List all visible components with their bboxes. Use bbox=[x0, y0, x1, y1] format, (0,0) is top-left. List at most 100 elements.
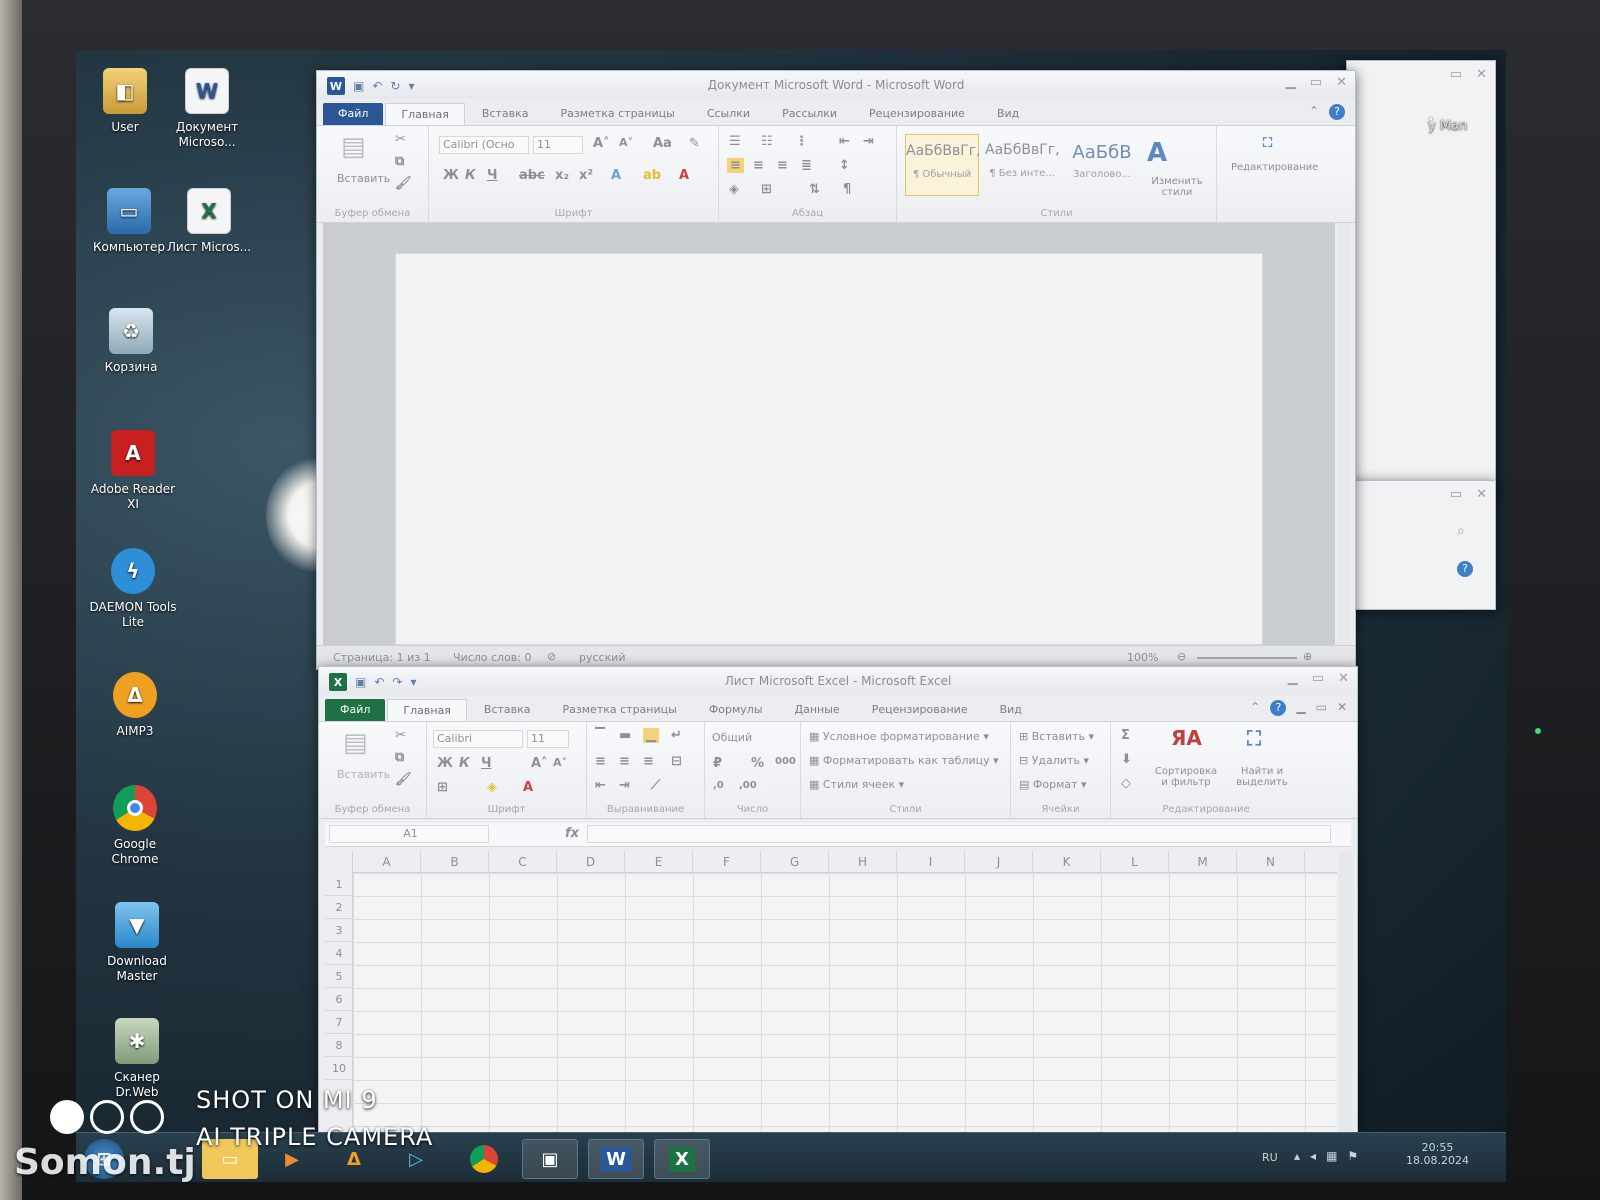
row-header[interactable]: 10 bbox=[325, 1057, 353, 1080]
excel-decrease-indent-icon[interactable]: ⇤ bbox=[595, 778, 606, 793]
column-header[interactable]: N bbox=[1237, 851, 1305, 873]
column-header[interactable]: M bbox=[1169, 851, 1237, 873]
excel-align-center-icon[interactable]: ≡ bbox=[619, 754, 630, 769]
clock[interactable]: 20:55 18.08.2024 bbox=[1406, 1141, 1469, 1167]
column-header[interactable]: L bbox=[1101, 851, 1169, 873]
computer-taskbar-icon[interactable]: ▣ bbox=[522, 1139, 578, 1179]
insert-cells-button[interactable]: ⊞ Вставить ▾ bbox=[1019, 730, 1094, 743]
merge-icon[interactable]: ⊟ bbox=[671, 754, 682, 769]
shrink-font-icon[interactable]: A˅ bbox=[619, 136, 633, 149]
excel-font-name-box[interactable]: Calibri bbox=[433, 730, 523, 748]
excel-increase-indent-icon[interactable]: ⇥ bbox=[619, 778, 630, 793]
orientation-icon[interactable]: ⟋ bbox=[651, 778, 660, 793]
excel-window[interactable]: X ▣ ↶ ↷ ▾ Лист Microsoft Excel - Microso… bbox=[318, 666, 1358, 1136]
excel-tab-home[interactable]: Главная bbox=[387, 699, 467, 721]
network-icon[interactable]: ▦ bbox=[1326, 1149, 1347, 1163]
desktop-icon-aimp[interactable]: Δ AIMP3 bbox=[90, 672, 180, 739]
excel-close-button[interactable]: ✕ bbox=[1338, 671, 1349, 686]
excel-help-icon[interactable]: ? bbox=[1270, 700, 1287, 716]
excel-align-right-icon[interactable]: ≡ bbox=[643, 754, 654, 769]
excel-tab-data[interactable]: Данные bbox=[780, 699, 855, 721]
background-window-2[interactable]: ▭ ✕ ⌕ ? bbox=[1346, 480, 1496, 610]
subscript-icon[interactable]: x₂ bbox=[555, 168, 569, 183]
help-icon-2[interactable]: ? bbox=[1457, 561, 1473, 577]
function-icon[interactable]: fx bbox=[565, 826, 579, 841]
excel-shrink-font-icon[interactable]: A˅ bbox=[553, 756, 567, 769]
grow-font-icon[interactable]: A˄ bbox=[593, 136, 610, 151]
format-painter-icon[interactable]: 🖌 bbox=[395, 176, 412, 191]
zoom-level[interactable]: 100% bbox=[1127, 651, 1158, 664]
desktop-icon-excel-sheet[interactable]: X Лист Micros... bbox=[164, 188, 254, 255]
bullets-icon[interactable]: ☰ bbox=[729, 134, 741, 149]
format-cells-button[interactable]: ▤ Формат ▾ bbox=[1019, 778, 1087, 791]
align-left-icon[interactable]: ≡ bbox=[727, 158, 744, 173]
volume-icon[interactable]: ◂ bbox=[1310, 1149, 1326, 1163]
style-normal[interactable]: АаБбВвГг, ¶ Обычный bbox=[905, 134, 981, 196]
chrome-taskbar-icon[interactable] bbox=[456, 1139, 512, 1179]
column-header[interactable]: B bbox=[421, 851, 489, 873]
desktop-icon-download-master[interactable]: ▼ Download Master bbox=[92, 902, 182, 984]
background-window[interactable]: ▭ ✕ ⌕ bbox=[1346, 60, 1496, 500]
tab-page-layout[interactable]: Разметка страницы bbox=[546, 103, 690, 125]
percent-icon[interactable]: % bbox=[751, 756, 764, 771]
column-header[interactable]: F bbox=[693, 851, 761, 873]
row-header[interactable]: 5 bbox=[325, 965, 353, 988]
column-header[interactable]: I bbox=[897, 851, 965, 873]
excel-cut-icon[interactable]: ✂ bbox=[395, 728, 406, 743]
italic-icon[interactable]: К bbox=[465, 168, 476, 183]
font-color-icon[interactable]: A bbox=[679, 168, 689, 183]
excel-doc-close-icon[interactable]: ✕ bbox=[1337, 700, 1347, 716]
excel-bold-icon[interactable]: Ж bbox=[437, 756, 453, 771]
excel-tab-insert[interactable]: Вставка bbox=[469, 699, 546, 721]
cut-icon[interactable]: ✂ bbox=[395, 132, 406, 147]
style-heading[interactable]: АаБбВ Заголово... bbox=[1065, 134, 1139, 196]
tab-references[interactable]: Ссылки bbox=[692, 103, 765, 125]
wrap-text-icon[interactable]: ↵ bbox=[671, 728, 682, 743]
help-icon[interactable]: ? bbox=[1329, 104, 1345, 120]
row-header[interactable]: 2 bbox=[325, 896, 353, 919]
maximize-button[interactable]: ▭ bbox=[1310, 75, 1322, 90]
excel-tab-file[interactable]: Файл bbox=[325, 699, 386, 721]
underline-icon[interactable]: Ч bbox=[487, 168, 498, 183]
excel-tab-review[interactable]: Рецензирование bbox=[857, 699, 983, 721]
multilevel-icon[interactable]: ⋮ bbox=[795, 134, 808, 149]
word-taskbar-icon[interactable]: W bbox=[588, 1139, 644, 1179]
excel-doc-minimize-icon[interactable]: ▁ bbox=[1296, 700, 1305, 716]
excel-grow-font-icon[interactable]: A˄ bbox=[531, 756, 548, 771]
delete-cells-button[interactable]: ⊟ Удалить ▾ bbox=[1019, 754, 1089, 767]
excel-collapse-ribbon-icon[interactable]: ⌃ bbox=[1250, 700, 1260, 716]
borders-icon[interactable]: ⊞ bbox=[761, 182, 772, 197]
font-size-box[interactable]: 11 bbox=[533, 136, 583, 154]
increase-indent-icon[interactable]: ⇥ bbox=[863, 134, 874, 149]
currency-icon[interactable]: ₽ bbox=[713, 756, 722, 771]
align-right-icon[interactable]: ≡ bbox=[777, 158, 788, 173]
style-no-spacing[interactable]: АаБбВвГг, ¶ Без инте... bbox=[985, 134, 1060, 196]
sort-icon[interactable]: ⇅ bbox=[809, 182, 820, 197]
tray-arrow-icon[interactable]: ▴ bbox=[1294, 1149, 1310, 1163]
change-case-icon[interactable]: Aa bbox=[653, 136, 672, 151]
highlight-icon[interactable]: ab bbox=[643, 168, 661, 183]
close-button[interactable]: ✕ bbox=[1336, 75, 1347, 90]
font-name-box[interactable]: Calibri (Осно bbox=[439, 136, 529, 154]
find-select-button[interactable]: Найти и выделить bbox=[1227, 766, 1297, 788]
tab-file[interactable]: Файл bbox=[323, 103, 384, 125]
conditional-formatting-button[interactable]: ▦ Условное форматирование ▾ bbox=[809, 730, 989, 743]
decrease-decimal-icon[interactable]: ,00 bbox=[739, 780, 757, 791]
bottom-align-icon[interactable]: ▁ bbox=[643, 728, 659, 743]
column-header[interactable]: J bbox=[965, 851, 1033, 873]
language-tray[interactable]: RU bbox=[1262, 1151, 1278, 1164]
excel-paste-button[interactable]: Вставить bbox=[337, 768, 390, 781]
excel-paste-icon[interactable]: ▤ bbox=[343, 728, 368, 758]
excel-tab-formulas[interactable]: Формулы bbox=[694, 699, 778, 721]
name-box[interactable]: A1 bbox=[329, 825, 489, 843]
excel-tab-page-layout[interactable]: Разметка страницы bbox=[548, 699, 692, 721]
excel-minimize-button[interactable]: ▁ bbox=[1288, 671, 1298, 686]
bold-icon[interactable]: Ж bbox=[443, 168, 459, 183]
desktop-icon-recycle-bin[interactable]: ♻ Корзина bbox=[86, 308, 176, 375]
sort-filter-icon[interactable]: ЯA bbox=[1171, 726, 1202, 750]
align-center-icon[interactable]: ≡ bbox=[753, 158, 764, 173]
column-header[interactable]: A bbox=[353, 851, 421, 873]
word-vertical-scrollbar[interactable] bbox=[1337, 223, 1351, 645]
word-count[interactable]: Число слов: 0 bbox=[453, 651, 532, 664]
column-header[interactable]: D bbox=[557, 851, 625, 873]
